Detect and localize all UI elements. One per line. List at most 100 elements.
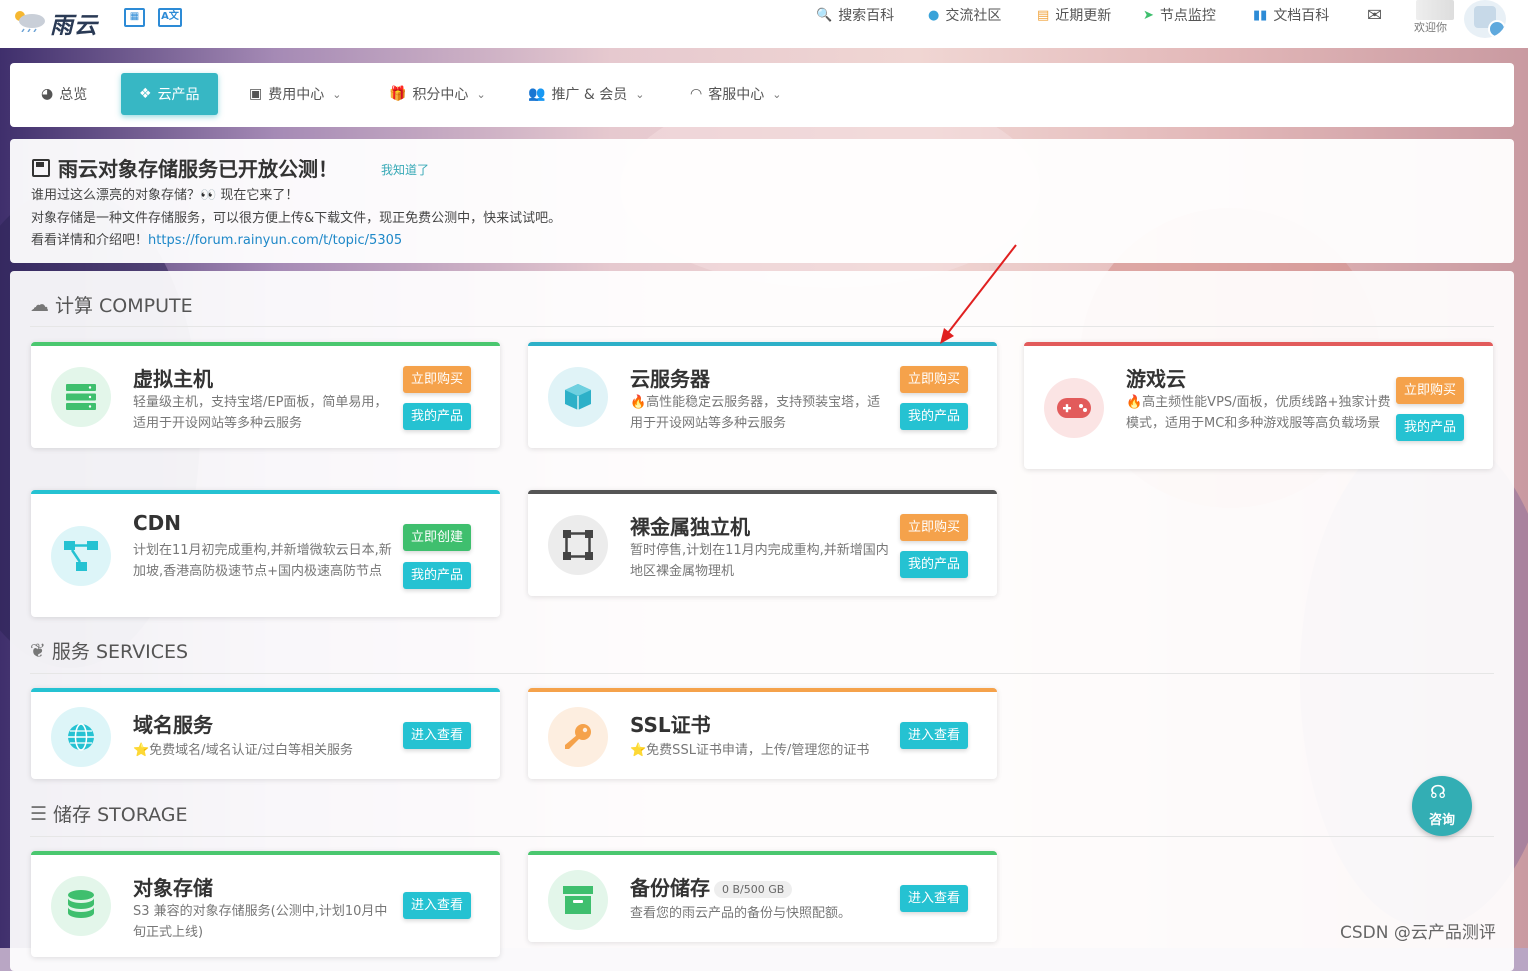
buy-button[interactable]: 立即购买 <box>1396 377 1465 404</box>
my-products-button[interactable]: 我的产品 <box>900 551 969 578</box>
card-desc: 🔥高性能稳定云服务器，支持预装宝塔，适用于开设网站等多种云服务 <box>630 395 881 431</box>
menu-promotion[interactable]: 👥 推广 & 会员 ⌄ <box>528 73 644 115</box>
nav-label: 搜索百科 <box>838 8 895 24</box>
enter-button[interactable]: 进入查看 <box>900 885 969 912</box>
archive-icon <box>548 870 608 930</box>
my-products-button[interactable]: 我的产品 <box>900 403 969 430</box>
nav-label: 近期更新 <box>1055 8 1112 24</box>
leaf-icon: ❦ <box>30 639 46 662</box>
nav-docs[interactable]: ▮▮ 文档百科 <box>1253 5 1329 25</box>
divider <box>30 326 1494 327</box>
menu-points[interactable]: 🎁 积分中心 ⌄ <box>389 73 486 115</box>
cloud-sun-icon <box>15 11 45 32</box>
headset-icon: ☊ <box>1430 782 1446 803</box>
card-ssl: SSL证书 ⭐免费SSL证书申请，上传/管理您的证书 进入查看 <box>528 688 997 779</box>
announcement-line: 看看详情和介绍吧！https://forum.rainyun.com/t/top… <box>31 229 402 248</box>
nav-label: 文档百科 <box>1273 8 1330 24</box>
products-panel: ☁ 计算 COMPUTE 虚拟主机 轻量级主机，支持宝塔/EP面板，简单易用，适… <box>10 271 1514 971</box>
welcome-text: 欢迎你 <box>1414 21 1447 34</box>
card-title: 云服务器 <box>630 367 710 391</box>
enter-button[interactable]: 进入查看 <box>403 892 472 919</box>
nav-search[interactable]: 🔍 搜索百科 <box>816 5 894 25</box>
logo[interactable]: 雨云 <box>10 4 102 39</box>
card-virtual-host: 虚拟主机 轻量级主机，支持宝塔/EP面板，简单易用，适用于开设网站等多种云服务 … <box>31 342 500 448</box>
globe-icon <box>51 707 111 767</box>
announcement-line: 谁用过这么漂亮的对象存储？👀 现在它来了！ <box>31 188 299 203</box>
section-compute: ☁ 计算 COMPUTE <box>30 291 193 318</box>
divider <box>30 836 1494 837</box>
announcement-line-prefix: 看看详情和介绍吧！ <box>31 233 149 248</box>
menu-cloud-products[interactable]: ❖ 云产品 <box>121 73 218 115</box>
create-button[interactable]: 立即创建 <box>403 524 472 551</box>
enter-button[interactable]: 进入查看 <box>403 722 472 749</box>
book-icon: ▮▮ <box>1253 7 1268 23</box>
menu-label: 积分中心 <box>412 87 469 103</box>
card-backup: 备份储存 0 B/500 GB 查看您的雨云产品的备份与快照配额。 进入查看 <box>528 851 997 942</box>
quota-badge: 0 B/500 GB <box>714 881 793 898</box>
menu-label: 推广 & 会员 <box>551 87 628 103</box>
money-icon: ▣ <box>249 86 263 102</box>
menu-label: 总览 <box>59 87 88 103</box>
forum-link[interactable]: https://forum.rainyun.com/t/topic/5305 <box>148 233 402 248</box>
image-icon[interactable]: ▦ <box>124 8 145 27</box>
cloud-icon: ☁ <box>30 293 49 316</box>
gamepad-icon <box>1044 378 1104 438</box>
buy-button[interactable]: 立即购买 <box>900 366 969 393</box>
nav-updates[interactable]: ▤ 近期更新 <box>1037 5 1111 25</box>
card-object-storage: 对象存储 S3 兼容的对象存储服务(公测中,计划10月中旬正式上线) 进入查看 <box>31 851 500 957</box>
dashboard-icon: ◕ <box>41 86 54 102</box>
menu-overview[interactable]: ◕ 总览 <box>41 73 87 115</box>
menu-support[interactable]: ◠ 客服中心 ⌄ <box>690 73 781 115</box>
card-desc: ⭐免费域名/域名认证/过白等相关服务 <box>133 743 353 758</box>
server-icon <box>51 367 111 427</box>
database-icon <box>51 876 111 936</box>
key-icon <box>548 707 608 767</box>
vector-square-icon <box>548 515 608 575</box>
section-title: 计算 COMPUTE <box>55 295 193 317</box>
send-icon: ➤ <box>1143 7 1154 23</box>
card-title: SSL证书 <box>630 713 711 737</box>
my-products-button[interactable]: 我的产品 <box>403 562 472 589</box>
mail-icon[interactable]: ✉ <box>1367 5 1382 26</box>
nav-label: 交流社区 <box>945 8 1002 24</box>
section-services: ❦ 服务 SERVICES <box>30 637 188 664</box>
my-products-button[interactable]: 我的产品 <box>403 403 472 430</box>
card-desc: 🔥高主频性能VPS/面板，优质线路+独家计费模式，适用于MC和多种游戏服等高负载… <box>1126 395 1391 431</box>
avatar[interactable] <box>1464 0 1506 38</box>
buy-button[interactable]: 立即购买 <box>900 514 969 541</box>
card-game-cloud: 游戏云 🔥高主频性能VPS/面板，优质线路+独家计费模式，适用于MC和多种游戏服… <box>1024 342 1493 469</box>
search-icon: 🔍 <box>816 7 833 23</box>
nav-monitor[interactable]: ➤ 节点监控 <box>1143 5 1216 25</box>
announcement: 雨云对象存储服务已开放公测！ 我知道了 谁用过这么漂亮的对象存储？👀 现在它来了… <box>10 139 1514 263</box>
buy-button[interactable]: 立即购买 <box>403 366 472 393</box>
gift-icon: 🎁 <box>389 86 407 102</box>
dismiss-link[interactable]: 我知道了 <box>381 161 429 178</box>
section-storage: ☰ 储存 STORAGE <box>30 800 188 827</box>
divider <box>30 673 1494 674</box>
cubes-icon: ❖ <box>139 86 152 102</box>
card-title: 对象存储 <box>133 876 213 900</box>
menu-label: 云产品 <box>157 87 200 103</box>
my-products-button[interactable]: 我的产品 <box>1396 414 1465 441</box>
section-title: 储存 STORAGE <box>53 804 188 826</box>
card-title: 备份储存 0 B/500 GB <box>630 872 793 901</box>
users-icon: 👥 <box>528 86 546 102</box>
card-desc: 查看您的雨云产品的备份与快照配额。 <box>630 906 852 921</box>
announcement-title: 雨云对象存储服务已开放公测！ <box>32 153 338 182</box>
menu-billing[interactable]: ▣ 费用中心 ⌄ <box>249 73 341 115</box>
watermark: CSDN @云产品测评 <box>1340 923 1496 943</box>
floppy-icon <box>32 158 50 177</box>
nav-community[interactable]: ● 交流社区 <box>928 5 1001 25</box>
menu-label: 费用中心 <box>268 87 325 103</box>
headset-icon: ◠ <box>690 86 703 102</box>
card-desc: S3 兼容的对象存储服务(公测中,计划10月中旬正式上线) <box>133 904 388 940</box>
chevron-down-icon: ⌄ <box>635 87 645 101</box>
card-title-text: 备份储存 <box>630 876 710 900</box>
chevron-down-icon: ⌄ <box>476 87 486 101</box>
card-domain: 域名服务 ⭐免费域名/域名认证/过白等相关服务 进入查看 <box>31 688 500 779</box>
consult-button[interactable]: ☊ 咨询 <box>1412 776 1472 836</box>
menu-label: 客服中心 <box>708 87 765 103</box>
translate-icon[interactable]: A文 <box>158 8 182 27</box>
enter-button[interactable]: 进入查看 <box>900 722 969 749</box>
announcement-line: 对象存储是一种文件存储服务，可以很方便上传&下载文件，现正免费公测中，快来试试吧… <box>31 211 562 226</box>
